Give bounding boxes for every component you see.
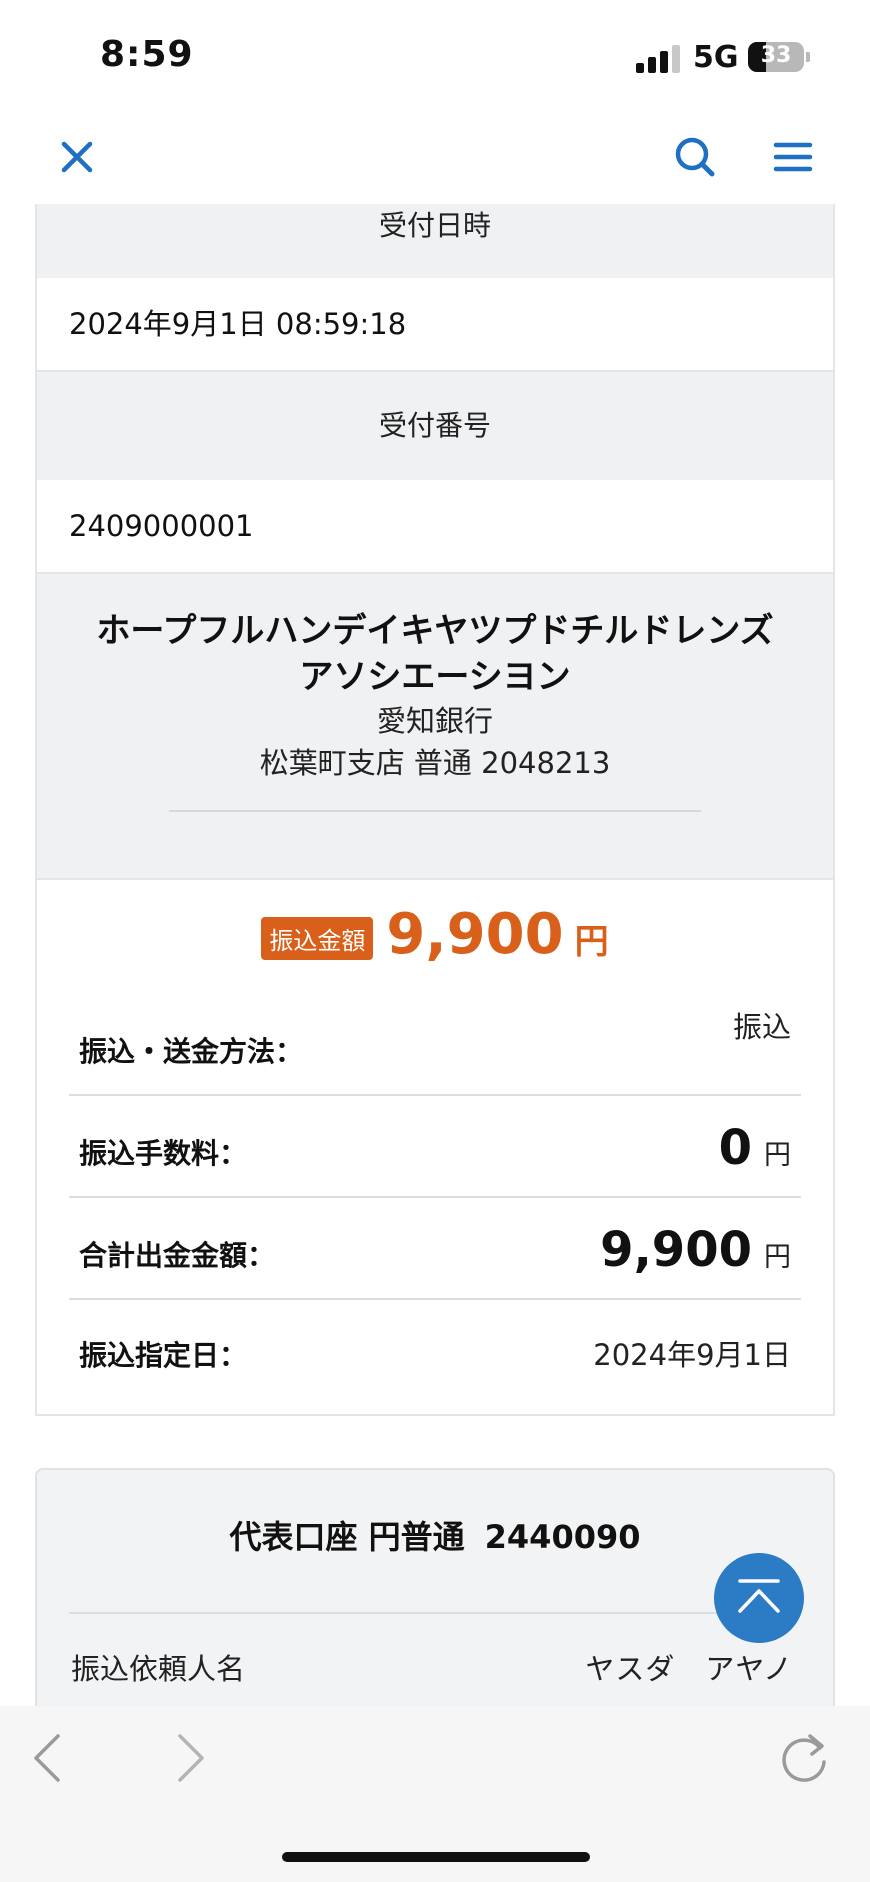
- status-time: 8:59: [100, 34, 194, 75]
- home-indicator: [282, 1852, 590, 1862]
- total-amount: 9,900: [600, 1222, 752, 1278]
- datetime-header: 受付日時: [37, 204, 833, 278]
- browser-toolbar: [0, 1706, 870, 1882]
- method-label: 振込・送金方法：: [79, 1035, 304, 1068]
- receipt-number-header: 受付番号: [37, 372, 833, 480]
- back-icon[interactable]: [20, 1728, 80, 1788]
- total-value: 9,900 円: [600, 1222, 791, 1278]
- beneficiary-name-line1: ホープフルハンデイキヤツプドチルドレンズ: [96, 611, 774, 651]
- transfer-amount: 振込金額 9,900 円: [37, 880, 833, 994]
- scroll-to-top-button[interactable]: [714, 1553, 804, 1643]
- amount-badge: 振込金額: [261, 917, 374, 960]
- battery-tip: [806, 52, 810, 62]
- account-type: 代表口座 円普通: [229, 1518, 465, 1556]
- requester-value: ヤスダ アヤノ: [585, 1652, 793, 1686]
- method-value: 振込: [732, 1010, 791, 1044]
- reload-icon[interactable]: [776, 1728, 836, 1788]
- date-value: 2024年9月1日: [593, 1338, 791, 1372]
- fee-unit: 円: [764, 1140, 791, 1171]
- date-row: 振込指定日： 2024年9月1日: [69, 1300, 801, 1414]
- amount-value: 9,900: [386, 902, 564, 967]
- total-label: 合計出金金額：: [79, 1239, 276, 1272]
- fee-row: 振込手数料： 0円: [69, 1096, 801, 1198]
- fee-label: 振込手数料：: [79, 1137, 248, 1170]
- requester-label: 振込依頼人名: [71, 1652, 246, 1686]
- requester-row: 振込依頼人名 ヤスダ アヤノ: [69, 1612, 801, 1712]
- divider: [169, 810, 701, 812]
- close-icon[interactable]: [52, 132, 102, 182]
- signal-icon: [636, 45, 680, 73]
- battery-icon: 33: [748, 42, 804, 72]
- beneficiary-section: ホープフルハンデイキヤツプドチルドレンズ アソシエーシヨン 愛知銀行 松葉町支店…: [37, 574, 833, 880]
- beneficiary-bank: 愛知銀行: [376, 704, 493, 738]
- scroll-up-icon: [738, 1579, 780, 1613]
- menu-icon[interactable]: [768, 132, 818, 182]
- beneficiary-name-line2: アソシエーシヨン: [299, 657, 571, 697]
- date-label: 振込指定日：: [79, 1339, 248, 1372]
- receipt-card: 受付日時 2024年9月1日 08:59:18 受付番号 2409000001 …: [35, 204, 835, 1416]
- receipt-number-value: 2409000001: [37, 480, 833, 574]
- account-number: 2440090: [484, 1518, 641, 1556]
- forward-icon[interactable]: [160, 1728, 220, 1788]
- fee-value: 0円: [719, 1120, 791, 1176]
- network-label: 5G: [693, 40, 739, 75]
- battery-percent: 33: [760, 43, 792, 68]
- total-row: 合計出金金額： 9,900 円: [69, 1198, 801, 1300]
- datetime-value: 2024年9月1日 08:59:18: [37, 278, 833, 372]
- beneficiary-branch-account: 松葉町支店 普通 2048213: [259, 746, 611, 780]
- status-bar: 8:59 5G 33: [0, 0, 870, 110]
- search-icon[interactable]: [670, 132, 720, 182]
- total-unit: 円: [764, 1242, 791, 1273]
- method-row: 振込・送金方法： 振込: [69, 994, 801, 1096]
- top-nav: [0, 110, 870, 204]
- amount-unit: 円: [574, 922, 609, 962]
- transfer-confirmation: 受付日時 2024年9月1日 08:59:18 受付番号 2409000001 …: [35, 204, 835, 1416]
- fee-amount: 0: [718, 1120, 752, 1176]
